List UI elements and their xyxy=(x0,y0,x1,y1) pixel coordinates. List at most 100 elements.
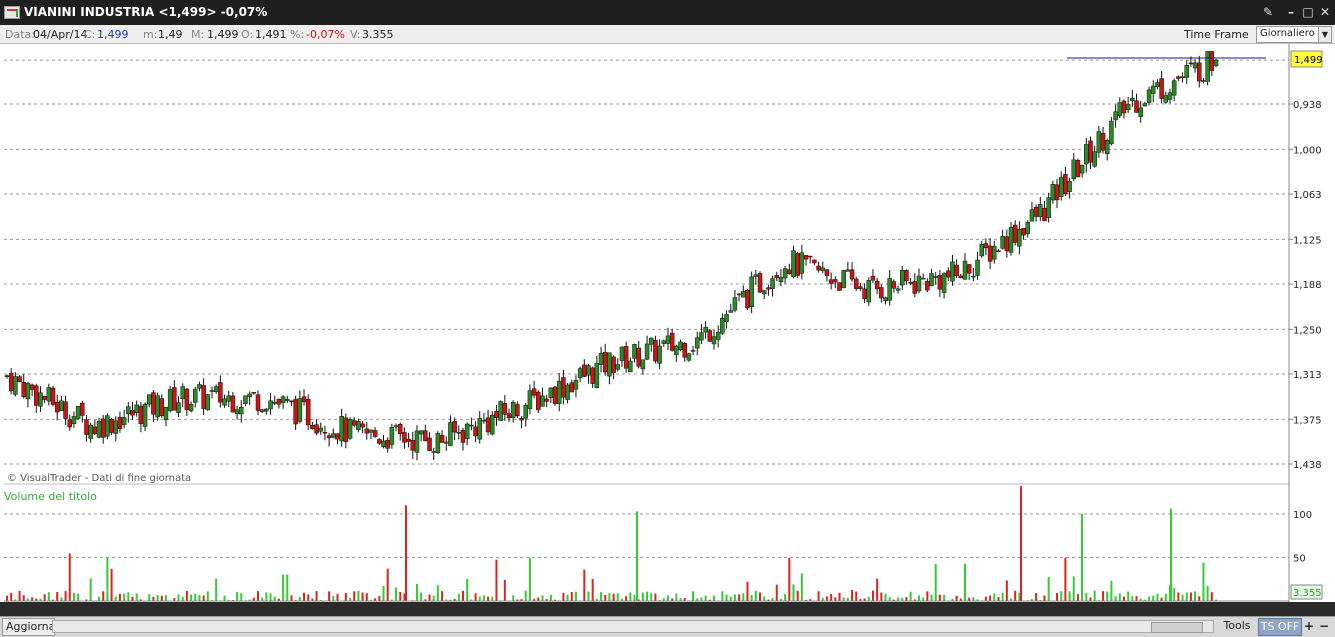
candle-body xyxy=(695,337,700,349)
y-tick-label: 0,938 xyxy=(1293,100,1322,111)
candle-body xyxy=(1012,224,1018,243)
candle-body xyxy=(163,406,169,421)
candle-body xyxy=(1138,107,1143,117)
candle-body xyxy=(339,416,344,442)
candle-body xyxy=(778,277,784,283)
minimize-icon[interactable]: – xyxy=(1283,4,1299,20)
refresh-button[interactable]: Aggiorna xyxy=(2,618,55,636)
candle-body xyxy=(556,380,562,404)
candle-body xyxy=(218,382,223,403)
candle-body xyxy=(427,437,432,451)
candle-body xyxy=(272,402,277,404)
horizontal-scrollbar[interactable] xyxy=(52,620,1214,633)
candle-body xyxy=(444,441,449,444)
y-tick-label: 1,188 xyxy=(1293,280,1322,291)
candle-body xyxy=(280,396,286,403)
candle-body xyxy=(1038,204,1043,217)
candle-body xyxy=(201,385,206,409)
candle-body xyxy=(724,314,729,322)
maximize-icon[interactable]: □ xyxy=(1300,4,1316,20)
candle-body xyxy=(142,403,148,427)
ts-off-button[interactable]: TS OFF xyxy=(1258,618,1302,636)
candle-body xyxy=(715,331,721,340)
candle-body xyxy=(1205,51,1210,82)
candle-body xyxy=(1042,207,1047,222)
candle-body xyxy=(837,282,842,291)
candle-body xyxy=(1050,183,1056,201)
candle-body xyxy=(1025,222,1030,234)
candle-body xyxy=(322,432,328,434)
candle-body xyxy=(569,382,575,393)
candle-body xyxy=(761,290,767,295)
chevron-down-icon[interactable]: ▼ xyxy=(1318,27,1331,42)
chart-svg[interactable]: 1,438 1,375 1,313 1,250 1,188 1,125 1,063 1,000… xyxy=(0,44,1335,602)
candle-body xyxy=(473,426,478,437)
candle-body xyxy=(736,293,742,296)
candle-body xyxy=(193,389,198,403)
candle-body xyxy=(130,410,135,416)
candle-body xyxy=(368,429,374,433)
candle-body xyxy=(297,398,303,422)
candle-body xyxy=(757,273,763,293)
candle-body xyxy=(966,264,972,274)
candle-body xyxy=(912,281,918,294)
candle-body xyxy=(904,270,909,282)
open-label: O: xyxy=(241,28,254,41)
candle-body xyxy=(318,427,324,432)
candle-body xyxy=(1084,144,1089,165)
candle-body xyxy=(787,269,792,275)
candle-body xyxy=(21,381,26,398)
candle-body xyxy=(80,402,85,416)
candle-body xyxy=(1000,236,1005,249)
candle-body xyxy=(88,424,93,439)
candle-body xyxy=(1071,159,1077,180)
candle-body xyxy=(573,379,579,390)
zoom-in-button[interactable]: + xyxy=(1302,618,1316,634)
candle-body xyxy=(59,400,64,412)
y-tick-label: 1,000 xyxy=(1293,145,1322,156)
candle-body xyxy=(983,243,989,249)
tools-button[interactable]: Tools xyxy=(1217,618,1257,634)
candle-body xyxy=(732,297,738,311)
timeframe-label: Time Frame xyxy=(1184,28,1249,41)
timeframe-select[interactable]: Giornaliero ▼ xyxy=(1256,26,1332,43)
candle-body xyxy=(561,377,566,398)
close-icon[interactable]: ✕ xyxy=(1317,4,1333,20)
candle-body xyxy=(1184,65,1189,78)
candle-body xyxy=(795,253,800,276)
candle-body xyxy=(908,281,913,284)
candle-body xyxy=(690,350,696,352)
candle-body xyxy=(799,252,805,274)
candle-body xyxy=(962,260,968,280)
scrollbar-thumb[interactable] xyxy=(1151,622,1203,633)
candle-body xyxy=(552,386,558,404)
candle-body xyxy=(996,250,1001,252)
candle-body xyxy=(1021,227,1026,236)
timeframe-value: Giornaliero xyxy=(1260,28,1315,39)
candle-body xyxy=(828,279,834,284)
candle-body xyxy=(502,403,508,415)
candle-body xyxy=(159,398,165,416)
candle-body xyxy=(862,288,867,300)
candle-body xyxy=(34,385,39,406)
candle-body xyxy=(134,404,139,414)
tools-icon[interactable]: ✎ xyxy=(1260,4,1276,20)
candle-body xyxy=(239,407,244,415)
candle-body xyxy=(243,395,248,405)
candle-body xyxy=(653,339,658,362)
candle-body xyxy=(548,387,554,398)
candle-body xyxy=(126,406,131,415)
candle-body xyxy=(305,399,311,426)
candle-body xyxy=(456,432,462,434)
candle-body xyxy=(247,393,252,398)
zoom-out-button[interactable]: − xyxy=(1317,618,1331,634)
chart-area[interactable]: 1,438 1,375 1,313 1,250 1,188 1,125 1,063 1,000… xyxy=(0,44,1335,602)
candle-body xyxy=(586,365,591,376)
candle-body xyxy=(682,343,687,358)
candle-body xyxy=(1075,160,1081,178)
candle-body xyxy=(916,275,922,292)
candle-body xyxy=(816,265,821,271)
candle-body xyxy=(1150,85,1156,94)
candle-body xyxy=(351,420,357,426)
candle-body xyxy=(987,245,993,262)
